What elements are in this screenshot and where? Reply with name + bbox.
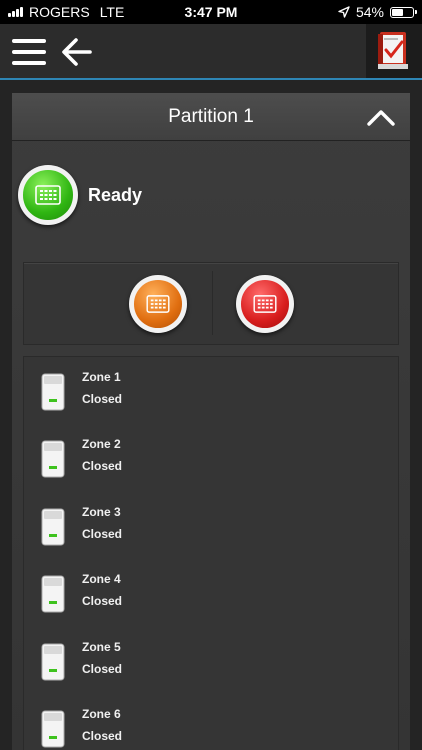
zone-status: Closed [82, 527, 123, 541]
battery-percent: 54% [355, 4, 384, 20]
zone-status: Closed [82, 662, 123, 676]
signal-icon [8, 7, 23, 17]
zone-list: Zone 1 Closed Zone 2 Closed Zone 3 Close… [23, 356, 399, 750]
zone-name: Zone 5 [82, 640, 121, 654]
arming-actions [23, 262, 399, 345]
location-icon [338, 6, 350, 18]
app-icon-button[interactable] [366, 24, 422, 78]
zone-name: Zone 3 [82, 505, 121, 519]
keypad-icon [134, 280, 182, 328]
actions-divider [212, 271, 213, 335]
keypad-glyph [146, 295, 170, 313]
zone-item[interactable]: Zone 6 Closed [24, 699, 400, 750]
zone-name: Zone 6 [82, 707, 121, 721]
zone-status: Closed [82, 729, 123, 743]
app-toolbar [0, 24, 422, 80]
checklist-book-icon [378, 32, 408, 69]
zone-item[interactable]: Zone 5 Closed [24, 632, 400, 692]
zone-item[interactable]: Zone 4 Closed [24, 564, 400, 624]
partition-panel: Partition 1 Ready Zone 1 Closed Zone 2 C… [12, 93, 410, 750]
battery-fill [392, 8, 403, 16]
hamburger-menu-icon[interactable] [12, 39, 46, 65]
zone-item[interactable]: Zone 1 Closed [24, 362, 400, 422]
keypad-glyph [253, 295, 277, 313]
status-right: 54% [338, 4, 417, 20]
partition-header[interactable]: Partition 1 [12, 93, 410, 141]
keypad-icon [241, 280, 289, 328]
arm-stay-button[interactable] [129, 275, 187, 333]
partition-status: Ready [18, 165, 142, 225]
back-arrow-icon[interactable] [60, 36, 94, 68]
motion-sensor-icon [41, 508, 65, 546]
battery-icon [390, 6, 417, 18]
chevron-up-icon[interactable] [366, 107, 396, 127]
ready-indicator [18, 165, 78, 225]
zone-name: Zone 2 [82, 437, 121, 451]
zone-status: Closed [82, 459, 123, 473]
motion-sensor-icon [41, 373, 65, 411]
arm-away-button[interactable] [236, 275, 294, 333]
zone-name: Zone 4 [82, 572, 121, 586]
partition-title: Partition 1 [168, 105, 254, 127]
status-left: ROGERS LTE [8, 4, 338, 20]
motion-sensor-icon [41, 575, 65, 613]
zone-item[interactable]: Zone 2 Closed [24, 429, 400, 489]
keypad-glyph [35, 185, 61, 205]
zone-status: Closed [82, 392, 123, 406]
zone-status: Closed [82, 594, 123, 608]
carrier-name: ROGERS [29, 4, 90, 20]
status-bar: ROGERS LTE 3:47 PM 54% [0, 0, 422, 24]
motion-sensor-icon [41, 440, 65, 478]
motion-sensor-icon [41, 710, 65, 748]
zone-item[interactable]: Zone 3 Closed [24, 497, 400, 557]
motion-sensor-icon [41, 643, 65, 681]
zone-name: Zone 1 [82, 370, 121, 384]
status-label: Ready [88, 184, 143, 205]
network-type: LTE [99, 4, 125, 20]
keypad-icon [23, 170, 73, 220]
